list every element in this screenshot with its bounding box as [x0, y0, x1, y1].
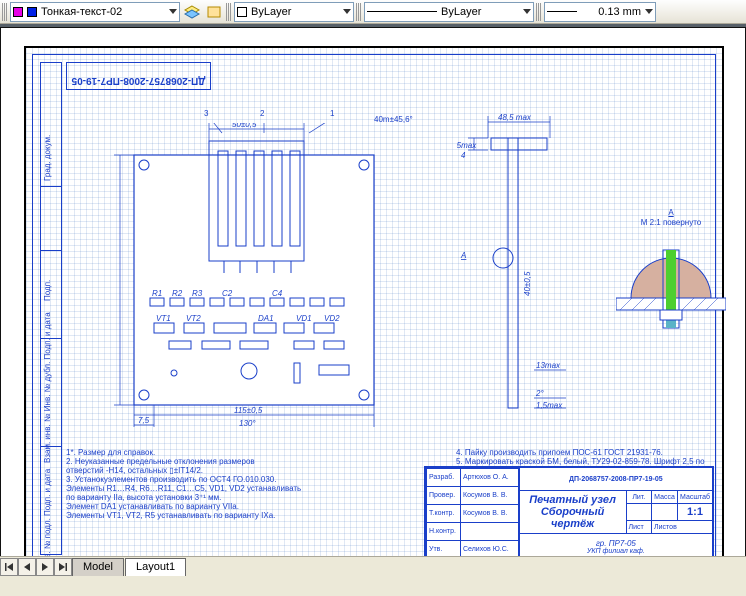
note-line: по варианту IIа, высота установки 3⁺¹ мм…	[66, 493, 446, 502]
layers-paint-icon[interactable]	[204, 2, 224, 22]
magenta-swatch-icon	[13, 7, 23, 17]
svg-text:DA1: DA1	[258, 314, 274, 323]
side-label: Инв. № подл. Подп. и дата	[43, 368, 52, 568]
drawing-canvas[interactable]: Град. докум. Подп. Взам. инв. № Инв. № д…	[0, 24, 746, 576]
toolbar-grip-3[interactable]	[356, 3, 362, 21]
drawing-code: ДП-2068757-2008-ПР7-19-05	[519, 468, 712, 491]
detail-view-a: A М 2:1 повернуто	[616, 208, 726, 348]
binding-strip: Град. докум. Подп. Взам. инв. № Инв. № д…	[40, 62, 62, 555]
dim-sideb1: 13max	[536, 361, 561, 370]
callout-1: 1	[330, 109, 334, 119]
dim-botoff: 7,5	[138, 416, 150, 425]
color-combo[interactable]: ByLayer	[234, 2, 354, 22]
dim-angle: 40m±45,6°	[374, 115, 413, 125]
title-block: Разраб.Артюхов О. А. Провер.Косумов В. В…	[424, 466, 714, 561]
dim-sideb2: 2°	[535, 389, 544, 398]
callout-A-mark: A	[460, 251, 466, 260]
svg-text:VD1: VD1	[296, 314, 312, 323]
dim-sidetop: 48,5 max	[498, 113, 532, 122]
svg-text:VT2: VT2	[186, 314, 201, 323]
linetype-value: ByLayer	[441, 6, 519, 18]
dim-sidetop2: 2,5max	[456, 141, 477, 150]
blue-swatch-icon	[27, 7, 37, 17]
chevron-down-icon	[169, 9, 177, 14]
dim-botmain: 115±0,5	[234, 406, 263, 415]
tab-model[interactable]: Model	[72, 558, 124, 576]
drawing-title-1: Печатный узел	[522, 494, 624, 506]
tab-last-button[interactable]	[54, 558, 72, 576]
svg-text:R3: R3	[192, 289, 203, 298]
note-line: отверстий -Н14, остальных ▯±IT14/2.	[66, 466, 446, 475]
layout-tab-bar: Model Layout1	[0, 556, 746, 576]
properties-toolbar: Тонкая-текст-02 ByLayer ByLayer 0.13 mm	[0, 0, 746, 24]
scale-value: 1:1	[678, 504, 713, 521]
tab-first-button[interactable]	[0, 558, 18, 576]
layer-name: Тонкая-текст-02	[41, 6, 165, 18]
callout-2: 2	[260, 109, 264, 119]
lineweight-preview-icon	[547, 11, 577, 12]
chevron-down-icon	[523, 9, 531, 14]
note-line: Элемент DA1 устанавливать по варианту VI…	[66, 502, 446, 511]
lineweight-value: 0.13 mm	[581, 6, 641, 18]
svg-text:VT1: VT1	[156, 314, 171, 323]
tab-layout1[interactable]: Layout1	[125, 558, 186, 576]
dim-top: 50±0,5	[232, 123, 257, 129]
note-line: Элементы R1…R4, R6…R11, С1…С5, VD1, VD2 …	[66, 484, 446, 493]
detail-scale: М 2:1 повернуто	[641, 218, 702, 227]
svg-text:R1: R1	[152, 289, 162, 298]
dim-sideh: 40±0,5	[523, 271, 532, 296]
toolbar-grip-2[interactable]	[226, 3, 232, 21]
note-line: 1*. Размер для справок.	[66, 448, 446, 457]
note-line: 4. Пайку производить припоем ПОС-61 ГОСТ…	[456, 448, 716, 457]
chevron-down-icon	[343, 9, 351, 14]
svg-text:VD2: VD2	[324, 314, 340, 323]
note-line: Элементы VT1, VT2, R5 устанавливать по в…	[66, 511, 446, 520]
drawing-code-flipped: ДП-2068757-2008-ПР7-19-05	[67, 75, 210, 86]
tab-prev-button[interactable]	[18, 558, 36, 576]
callout-4-mark: 4	[461, 151, 466, 160]
dim-botoverall: 130°	[239, 419, 256, 428]
toolbar-grip[interactable]	[2, 3, 8, 21]
color-value: ByLayer	[251, 6, 339, 18]
front-view: R1 R2 R3 C2 C4 VT1 VT2 DA1 VD1 VD2 50±0,5	[114, 123, 404, 428]
linetype-combo[interactable]: ByLayer	[364, 2, 534, 22]
drawing-title-2: Сборочный чертёж	[522, 506, 624, 530]
dim-sideb3: 1,5max	[536, 401, 563, 410]
callout-3: 3	[204, 109, 208, 119]
tab-next-button[interactable]	[36, 558, 54, 576]
linetype-preview-icon	[367, 11, 437, 12]
toolbar-grip-4[interactable]	[536, 3, 542, 21]
layers-stack-icon[interactable]	[182, 2, 202, 22]
code-block-rotated: ДП-2068757-2008-ПР7-19-05	[66, 62, 211, 90]
note-line: 2. Неуказанные предельные отклонения раз…	[66, 457, 446, 466]
note-line: 3. Устанокуэлементов производить по ОСТ4…	[66, 475, 446, 484]
chevron-down-icon	[645, 9, 653, 14]
drawing-sheet[interactable]: Град. докум. Подп. Взам. инв. № Инв. № д…	[24, 46, 724, 571]
svg-text:C2: C2	[222, 289, 233, 298]
svg-text:R2: R2	[172, 289, 183, 298]
lineweight-combo[interactable]: 0.13 mm	[544, 2, 656, 22]
detail-title: A	[668, 208, 673, 217]
bylayer-swatch-icon	[237, 7, 247, 17]
technical-notes-left: 1*. Размер для справок. 2. Неуказанные п…	[66, 448, 446, 520]
side-view: 48,5 max 2,5max 40±0,5 13max 2° 1,5max A…	[456, 108, 586, 428]
svg-text:C4: C4	[272, 289, 283, 298]
layer-combo[interactable]: Тонкая-текст-02	[10, 2, 180, 22]
